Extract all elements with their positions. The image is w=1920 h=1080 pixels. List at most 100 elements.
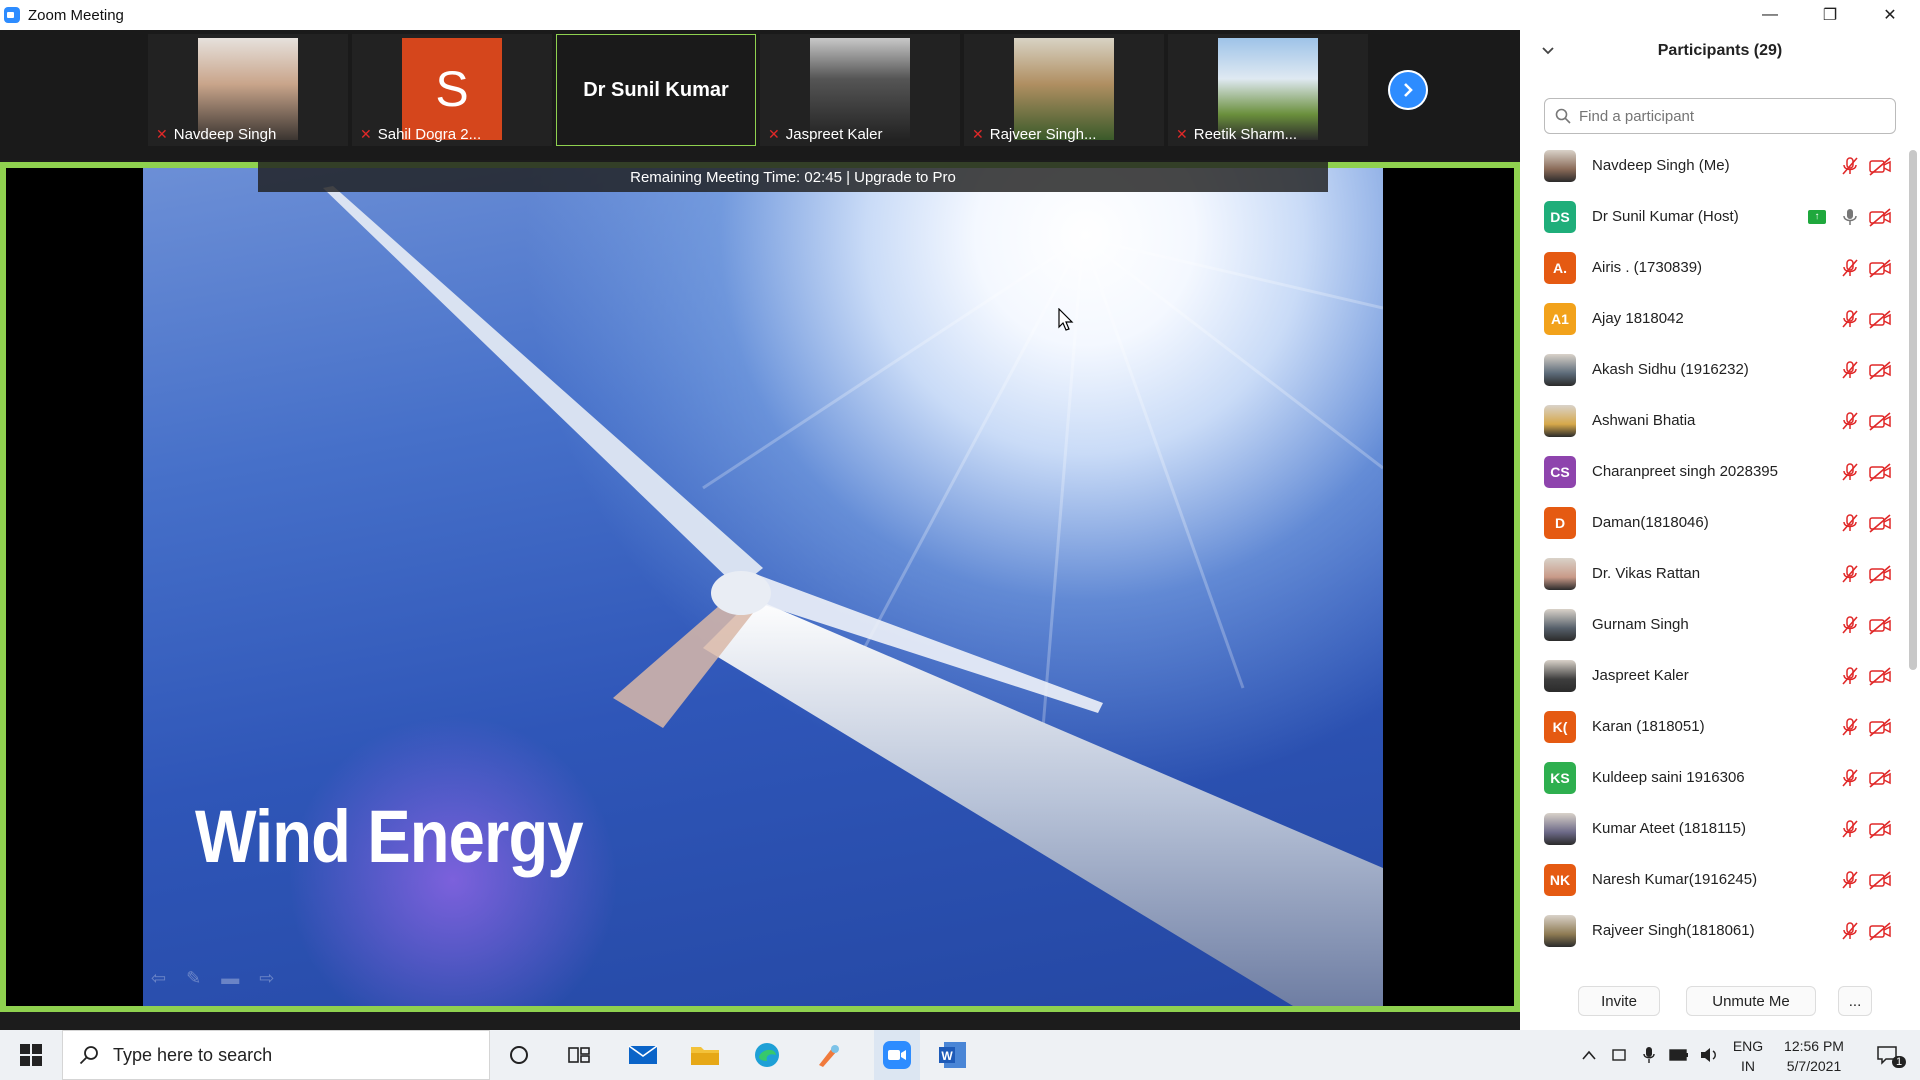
unmute-me-button[interactable]: Unmute Me — [1686, 986, 1816, 1016]
zoom-logo-icon — [4, 7, 20, 23]
video-thumbnail[interactable]: ✕ Reetik Sharm... — [1168, 34, 1368, 146]
pen-icon[interactable]: ✎ — [186, 968, 201, 989]
edge-browser-icon[interactable] — [750, 1038, 784, 1072]
meet-now-icon[interactable] — [1606, 1030, 1632, 1080]
cortana-icon[interactable] — [502, 1038, 536, 1072]
microphone-on-icon — [1843, 209, 1857, 225]
participant-video — [1218, 38, 1318, 140]
search-icon — [1555, 108, 1571, 124]
participant-row[interactable]: Dr. Vikas Rattan — [1520, 550, 1910, 601]
battery-icon[interactable] — [1666, 1030, 1692, 1080]
more-options-button[interactable]: ... — [1838, 986, 1872, 1016]
participant-row[interactable]: Akash Sidhu (1916232) — [1520, 346, 1910, 397]
participants-panel: Participants (29) Navdeep Singh (Me) DS Dr… — [1520, 30, 1920, 1030]
avatar: A1 — [1544, 303, 1576, 335]
volume-icon[interactable] — [1696, 1030, 1724, 1080]
participant-row[interactable]: NK Naresh Kumar(1916245) — [1520, 856, 1910, 907]
participant-search[interactable] — [1544, 98, 1896, 134]
slide-navigation[interactable]: ⇦ ✎ ▬ ⇨ — [151, 968, 274, 989]
video-off-icon — [1869, 769, 1891, 788]
participant-row[interactable]: Gurnam Singh — [1520, 601, 1910, 652]
video-off-icon — [1869, 616, 1891, 635]
video-off-icon — [1869, 565, 1891, 584]
zoom-taskbar-icon[interactable] — [874, 1030, 920, 1080]
participant-name: Dr Sunil Kumar (Host) — [1592, 208, 1739, 225]
video-thumbnail-active-speaker[interactable]: Dr Sunil Kumar — [556, 34, 756, 146]
title-bar: Zoom Meeting — ❐ ✕ — [0, 0, 1920, 30]
thumbnail-name: Rajveer Singh... — [989, 126, 1097, 143]
search-input[interactable] — [1577, 106, 1881, 126]
slides-icon[interactable]: ▬ — [221, 968, 239, 989]
mic-muted-icon — [1842, 310, 1858, 328]
participant-row[interactable]: Ashwani Bhatia — [1520, 397, 1910, 448]
participant-row[interactable]: Navdeep Singh (Me) — [1520, 142, 1910, 193]
video-off-icon — [1869, 157, 1891, 176]
wind-turbine-image — [323, 186, 1383, 1006]
video-thumbnail[interactable]: ✕ Rajveer Singh... — [964, 34, 1164, 146]
mic-muted-icon — [1842, 871, 1858, 889]
mouse-pointer-icon — [1058, 308, 1074, 331]
participant-row[interactable]: DS Dr Sunil Kumar (Host) ↑ — [1520, 193, 1910, 244]
next-slide-icon[interactable]: ⇨ — [259, 968, 274, 989]
thumbnail-name: Navdeep Singh — [173, 126, 277, 143]
restore-button[interactable]: ❐ — [1800, 0, 1860, 30]
invite-button[interactable]: Invite — [1578, 986, 1660, 1016]
mic-muted-icon: ✕ — [1176, 126, 1188, 142]
participant-row[interactable]: K(Karan (1818051) — [1520, 703, 1910, 754]
taskbar-clock[interactable]: 12:56 PM 5/7/2021 — [1766, 1036, 1862, 1076]
participant-row[interactable]: Kumar Ateet (1818115) — [1520, 805, 1910, 856]
participant-name: Daman(1818046) — [1592, 514, 1709, 531]
video-off-icon — [1869, 718, 1891, 737]
clock-time: 12:56 PM — [1784, 1038, 1844, 1054]
notifications-icon[interactable]: 1 — [1868, 1030, 1908, 1080]
mic-muted-icon: ✕ — [972, 126, 984, 142]
mic-muted-icon — [1842, 361, 1858, 379]
mic-muted-icon: ✕ — [360, 126, 372, 142]
mic-muted-icon — [1842, 412, 1858, 430]
video-thumbnail[interactable]: S ✕ Sahil Dogra 2... — [352, 34, 552, 146]
thumbnail-name: Jaspreet Kaler — [785, 126, 883, 143]
window-title: Zoom Meeting — [28, 6, 124, 24]
participant-row[interactable]: KS Kuldeep saini 1916306 — [1520, 754, 1910, 805]
avatar: CS — [1544, 456, 1576, 488]
mail-icon[interactable] — [626, 1038, 660, 1072]
task-view-icon[interactable] — [562, 1038, 596, 1072]
avatar: A. — [1544, 252, 1576, 284]
minimize-button[interactable]: — — [1740, 0, 1800, 30]
mic-muted-icon — [1842, 463, 1858, 481]
search-icon — [79, 1046, 98, 1065]
next-page-button[interactable] — [1388, 70, 1428, 110]
scrollbar[interactable] — [1909, 150, 1917, 670]
video-off-icon — [1869, 412, 1891, 431]
participant-name: Ajay 1818042 — [1592, 310, 1684, 327]
taskbar-search-box[interactable]: Type here to search — [62, 1030, 490, 1080]
participant-initial-tile: S — [402, 38, 502, 140]
close-button[interactable]: ✕ — [1860, 0, 1920, 30]
video-off-icon — [1869, 361, 1891, 380]
meeting-area: ✕ Navdeep Singh S ✕ Sahil Dogra 2... Dr Su… — [0, 30, 1520, 1030]
participant-row[interactable]: Jaspreet Kaler — [1520, 652, 1910, 703]
mic-muted-icon: ✕ — [156, 126, 168, 142]
participant-row[interactable]: A1 Ajay 1818042 — [1520, 295, 1910, 346]
participant-name: Charanpreet singh 2028395 — [1592, 463, 1778, 480]
show-hidden-icons-chevron-icon[interactable] — [1576, 1030, 1602, 1080]
video-off-icon — [1869, 871, 1891, 890]
participant-row[interactable]: CS Charanpreet singh 2028395 — [1520, 448, 1910, 499]
avatar — [1544, 915, 1576, 947]
microphone-icon[interactable] — [1636, 1030, 1662, 1080]
video-off-icon — [1869, 310, 1891, 329]
video-thumbnail[interactable]: ✕ Jaspreet Kaler — [760, 34, 960, 146]
windows-start-icon[interactable] — [14, 1038, 48, 1072]
participant-row[interactable]: A. Airis . (1730839) — [1520, 244, 1910, 295]
video-thumbnail[interactable]: ✕ Navdeep Singh — [148, 34, 348, 146]
participant-row[interactable]: Rajveer Singh(1818061) — [1520, 907, 1910, 958]
word-icon[interactable]: W — [936, 1038, 970, 1072]
paint-3d-icon[interactable] — [812, 1038, 846, 1072]
previous-slide-icon[interactable]: ⇦ — [151, 968, 166, 989]
language-indicator[interactable]: ENG IN — [1728, 1036, 1768, 1076]
mic-muted-icon — [1842, 922, 1858, 940]
mic-muted-icon — [1842, 259, 1858, 277]
remaining-time-banner[interactable]: Remaining Meeting Time: 02:45 | Upgrade … — [258, 162, 1328, 192]
participant-row[interactable]: D Daman(1818046) — [1520, 499, 1910, 550]
file-explorer-icon[interactable] — [688, 1038, 722, 1072]
